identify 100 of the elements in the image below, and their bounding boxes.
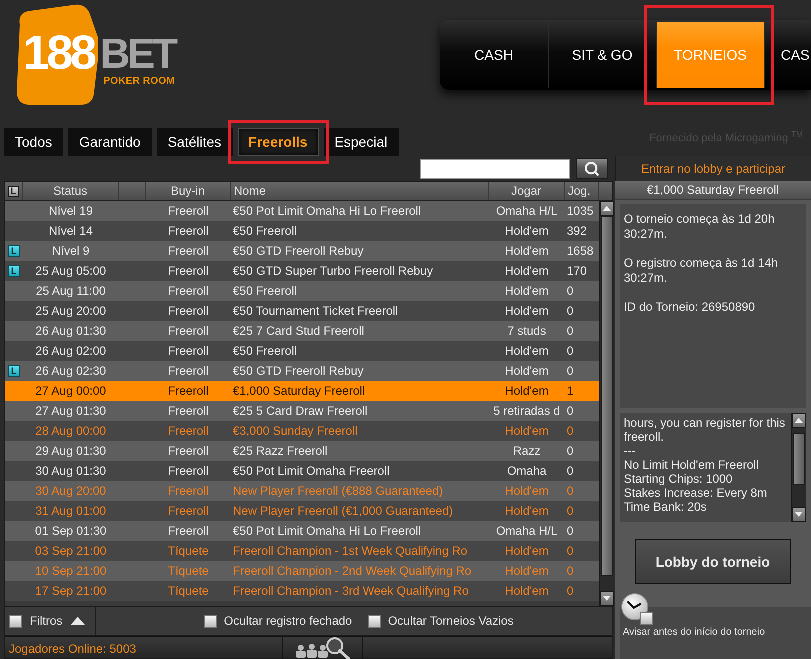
- column-header[interactable]: Status: [23, 182, 119, 200]
- option-label: Ocultar registro fechado: [224, 614, 352, 628]
- table-row[interactable]: 29 Aug 01:30 Freeroll €25 Razz Freeroll Razz 0: [5, 441, 599, 461]
- lobby-link[interactable]: Entrar no lobby e participar: [641, 162, 786, 176]
- scroll-down-button[interactable]: [600, 591, 614, 606]
- table-cell: €50 Pot Limit Omaha Hi Lo Freeroll: [233, 204, 422, 218]
- column-header[interactable]: Buy-in: [146, 182, 231, 200]
- table-cell: 392: [567, 224, 588, 238]
- nav-tab[interactable]: CAS: [764, 22, 811, 88]
- column-header[interactable]: Nome: [231, 182, 489, 200]
- info-text: ID do Torneio: 26950890: [624, 300, 756, 315]
- table-row[interactable]: 17 Sep 21:00 Tíquete Freeroll Champion - 3rd Week Qualifying Ro Hold'em 0: [5, 581, 599, 601]
- table-row[interactable]: 01 Sep 01:30 Freeroll €50 Pot Limit Omaha Hi Lo Freeroll Omaha H/L 0: [5, 521, 599, 541]
- table-row[interactable]: L Nível 9 Freeroll €50 GTD Freeroll Rebuy Hold'em 1658: [5, 241, 599, 261]
- table-row[interactable]: L 25 Aug 05:00 Freeroll €50 GTD Super Turbo Freeroll Rebuy Hold'em 170: [5, 261, 599, 281]
- table-cell: Freeroll: [168, 444, 209, 458]
- table-cell: Hold'em: [505, 244, 549, 258]
- table-cell: 17 Sep 21:00: [35, 584, 107, 598]
- description-text: Stakes Increase: Every 8m: [624, 486, 768, 500]
- table-cell: Hold'em: [505, 224, 549, 238]
- table-row[interactable]: 31 Aug 01:00 Freeroll New Player Freeroll (€1,000 Guaranteed) Hold'em 0: [5, 501, 599, 521]
- table-cell: 26 Aug 01:30: [36, 324, 106, 338]
- table-cell: 26 Aug 02:30: [36, 364, 106, 378]
- table-cell: Nível 19: [48, 204, 94, 218]
- table-cell: New Player Freeroll (€888 Guaranteed): [233, 484, 444, 498]
- table-cell: Freeroll: [168, 464, 209, 478]
- table-row[interactable]: 27 Aug 00:00 Freeroll €1,000 Saturday Freeroll Hold'em 1: [5, 381, 599, 401]
- category-tab[interactable]: Freerolls: [238, 128, 319, 156]
- table-cell: Hold'em: [505, 424, 549, 438]
- category-tab[interactable]: Especial: [324, 128, 399, 156]
- scroll-up-button[interactable]: [600, 201, 614, 216]
- category-tab[interactable]: Garantido: [68, 128, 152, 156]
- table-row[interactable]: 03 Sep 21:00 Tíquete Freeroll Champion - 1st Week Qualifying Ro Hold'em 0: [5, 541, 599, 561]
- scrollbar-thumb[interactable]: [601, 216, 613, 576]
- table-row[interactable]: 27 Aug 01:30 Freeroll €25 5 Card Draw Freeroll 5 retiradas d 0: [5, 401, 599, 421]
- reminder-checkbox[interactable]: [640, 612, 653, 625]
- scroll-up-button[interactable]: [792, 413, 806, 428]
- table-cell: Omaha H/L: [496, 524, 558, 538]
- nav-tab[interactable]: CASH: [440, 22, 548, 88]
- info-text: O torneio começa às 1d 20h 30:27m.: [624, 212, 776, 242]
- scrollbar-thumb[interactable]: [793, 432, 805, 485]
- description-text: No Limit Hold'em Freeroll: [624, 458, 760, 472]
- table-row[interactable]: 26 Aug 02:00 Freeroll €50 Freeroll Hold'em 0: [5, 341, 599, 361]
- table-row[interactable]: 25 Aug 11:00 Freeroll €50 Freeroll Hold'em 0: [5, 281, 599, 301]
- table-row[interactable]: 28 Aug 00:00 Freeroll €3,000 Sunday Freeroll Hold'em 0: [5, 421, 599, 441]
- table-row[interactable]: 26 Aug 01:30 Freeroll €25 7 Card Stud Freeroll 7 studs 0: [5, 321, 599, 341]
- players-online-text: Jogadores Online: 5003: [9, 642, 136, 656]
- tournament-lobby-button[interactable]: Lobby do torneio: [635, 539, 791, 584]
- option-checkbox[interactable]: [204, 614, 218, 628]
- table-row[interactable]: 25 Aug 20:00 Freeroll €50 Tournament Ticket Freeroll Hold'em 0: [5, 301, 599, 321]
- scroll-down-button[interactable]: [792, 507, 806, 522]
- table-cell: 25 Aug 05:00: [36, 264, 106, 278]
- table-cell: 30 Aug 20:00: [36, 484, 106, 498]
- table-cell: 0: [567, 584, 574, 598]
- table-row[interactable]: Nível 19 Freeroll €50 Pot Limit Omaha Hi Lo Freeroll Omaha H/L 1035: [5, 201, 599, 221]
- table-cell: 01 Sep 01:30: [35, 524, 107, 538]
- table-cell: 1: [567, 384, 574, 398]
- category-tab[interactable]: Satélites: [156, 128, 233, 156]
- table-cell: Hold'em: [505, 344, 549, 358]
- table-cell: €25 5 Card Draw Freeroll: [233, 404, 368, 418]
- category-tab[interactable]: Todos: [4, 128, 64, 156]
- table-cell: 1658: [567, 244, 594, 258]
- table-row[interactable]: 30 Aug 01:30 Freeroll €50 Pot Limit Omaha Freeroll Omaha 0: [5, 461, 599, 481]
- triangle-up-icon[interactable]: [70, 617, 85, 625]
- filter-checkbox[interactable]: [9, 614, 22, 628]
- table-cell: 170: [567, 264, 588, 278]
- triangle-up-icon: [603, 206, 611, 211]
- table-row[interactable]: L 26 Aug 02:30 Freeroll €50 GTD Freeroll Rebuy Hold'em 0: [5, 361, 599, 381]
- table-cell: Razz: [513, 444, 541, 458]
- table-cell: Tíquete: [168, 544, 209, 558]
- table-cell: €50 Pot Limit Omaha Freeroll: [233, 464, 390, 478]
- table-cell: €25 Razz Freeroll: [233, 444, 328, 458]
- table-cell: Nível 14: [48, 224, 94, 238]
- table-cell: 26 Aug 02:00: [36, 344, 106, 358]
- table-cell: €50 Freeroll: [233, 224, 298, 238]
- table-cell: 0: [567, 464, 574, 478]
- logo-wordmark: BET: [100, 34, 176, 74]
- table-cell: 0: [567, 304, 574, 318]
- table-cell: Omaha: [507, 464, 547, 478]
- column-header[interactable]: Jogar: [489, 182, 565, 200]
- table-cell: €50 Tournament Ticket Freeroll: [233, 304, 398, 318]
- filter-label: Filtros: [30, 614, 63, 628]
- table-cell: 27 Aug 01:30: [36, 404, 106, 418]
- letter-tag[interactable]: L: [8, 186, 19, 196]
- column-header[interactable]: Jog.: [565, 182, 599, 200]
- table-cell: 0: [567, 364, 574, 378]
- table-cell: 5 retiradas d: [494, 404, 560, 418]
- option-checkbox[interactable]: [368, 614, 382, 628]
- letter-tag: L: [8, 365, 20, 377]
- table-cell: Tíquete: [168, 564, 209, 578]
- description-text: ---: [624, 444, 637, 458]
- table-cell: €50 Freeroll: [233, 284, 298, 298]
- reminder-label: Avisar antes do início do torneio: [623, 627, 766, 638]
- table-cell: Tíquete: [168, 584, 209, 598]
- table-cell: Freeroll: [168, 244, 209, 258]
- table-cell: Freeroll: [168, 264, 209, 278]
- table-row[interactable]: Nível 14 Freeroll €50 Freeroll Hold'em 392: [5, 221, 599, 241]
- table-cell: €50 Freeroll: [233, 344, 298, 358]
- search-field[interactable]: [420, 158, 570, 178]
- search-button[interactable]: [576, 158, 608, 179]
